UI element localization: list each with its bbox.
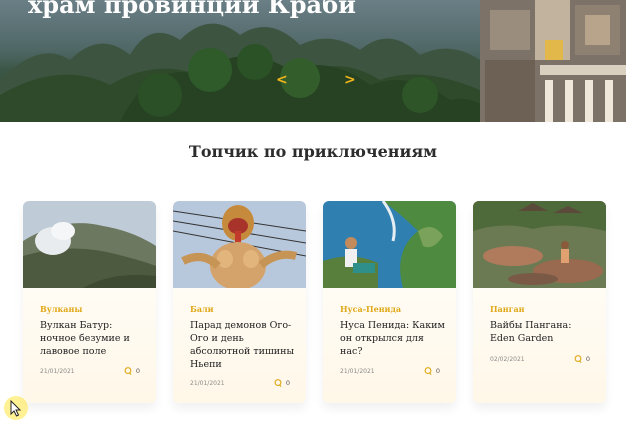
post-image-ogoh-ogoh[interactable]	[173, 201, 306, 288]
post-image-volcano[interactable]	[23, 201, 156, 288]
comment-icon	[124, 367, 132, 375]
post-card[interactable]: Нуса-Пенида Нуса Пенида: Каким он открыл…	[323, 201, 456, 403]
post-card[interactable]: Бали Парад демонов Ого-Ого и день абсолю…	[173, 201, 306, 403]
comment-count-value: 0	[285, 379, 290, 387]
hero-title: храм провинции Краби	[28, 0, 356, 19]
post-image-nusa-penida[interactable]	[323, 201, 456, 288]
comment-icon	[274, 379, 282, 387]
post-title[interactable]: Вулкан Батур: ночное безумие и лавовое п…	[40, 319, 145, 358]
post-category[interactable]: Вулканы	[40, 304, 82, 314]
post-date: 21/01/2021	[340, 368, 375, 375]
post-card-body: Вулканы Вулкан Батур: ночное безумие и л…	[23, 288, 156, 403]
comment-icon	[424, 367, 432, 375]
post-title[interactable]: Парад демонов Ого-Ого и день абсолютной …	[190, 319, 295, 371]
post-category[interactable]: Нуса-Пенида	[340, 304, 401, 314]
mouse-cursor-icon	[4, 396, 30, 424]
section-title: Топчик по приключениям	[188, 142, 438, 161]
post-card-body: Панган Вайбы Пангана: Eden Garden 02/02/…	[473, 288, 606, 403]
comment-count-value: 0	[435, 367, 440, 375]
comment-icon	[574, 355, 582, 363]
post-card[interactable]: Панган Вайбы Пангана: Eden Garden 02/02/…	[473, 201, 606, 403]
post-card-body: Нуса-Пенида Нуса Пенида: Каким он открыл…	[323, 288, 456, 403]
post-card-body: Бали Парад демонов Ого-Ого и день абсолю…	[173, 288, 306, 403]
post-title[interactable]: Нуса Пенида: Каким он открылся для нас?	[340, 319, 445, 358]
comment-count[interactable]: 0	[424, 367, 440, 375]
slider-prev-arrow[interactable]: <	[276, 72, 288, 88]
post-category[interactable]: Панган	[490, 304, 525, 314]
comment-count[interactable]: 0	[274, 379, 290, 387]
post-date: 21/01/2021	[190, 380, 225, 387]
post-category[interactable]: Бали	[190, 304, 214, 314]
post-card[interactable]: Вулканы Вулкан Батур: ночное безумие и л…	[23, 201, 156, 403]
comment-count[interactable]: 0	[124, 367, 140, 375]
slider-next-arrow[interactable]: >	[344, 72, 356, 88]
comment-count-value: 0	[585, 355, 590, 363]
comment-count[interactable]: 0	[574, 355, 590, 363]
comment-count-value: 0	[135, 367, 140, 375]
post-date: 02/02/2021	[490, 356, 525, 363]
hero-banner: храм провинции Краби < >	[0, 0, 626, 122]
post-title[interactable]: Вайбы Пангана: Eden Garden	[490, 319, 595, 345]
post-image-eden-garden[interactable]	[473, 201, 606, 288]
post-date: 21/01/2021	[40, 368, 75, 375]
